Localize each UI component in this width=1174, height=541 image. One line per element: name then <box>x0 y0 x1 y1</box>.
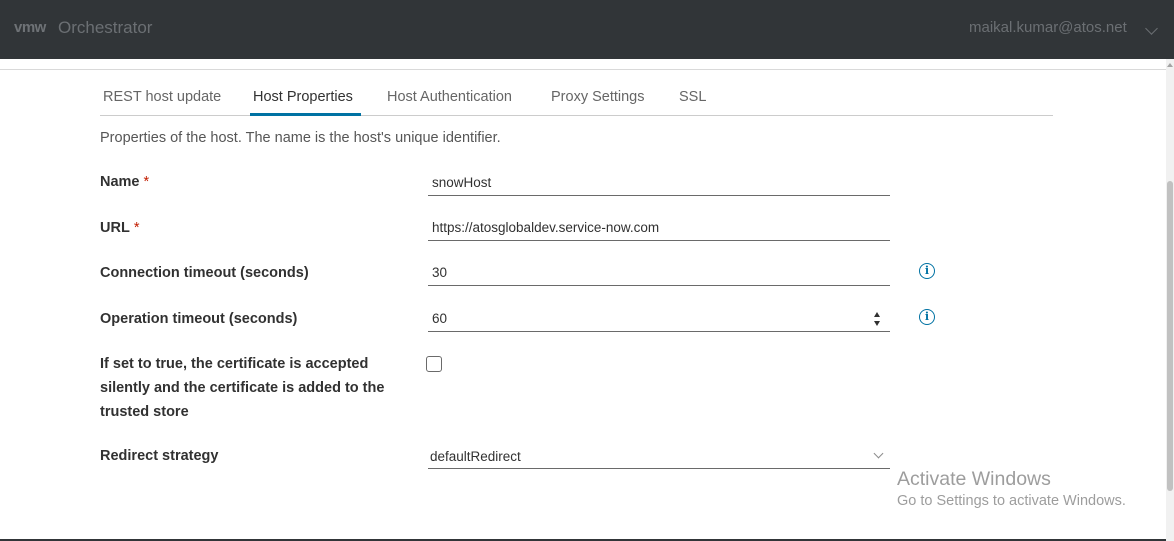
accept-certificate-checkbox[interactable] <box>426 356 442 372</box>
required-marker: * <box>143 174 150 190</box>
tab-bar: REST host update Host Properties Host Au… <box>100 80 1053 116</box>
operation-timeout-label: Operation timeout (seconds) <box>100 311 298 327</box>
scroll-up-arrow-icon[interactable] <box>1167 63 1173 67</box>
operation-timeout-value: 60 <box>432 311 448 326</box>
redirect-strategy-value: defaultRedirect <box>430 449 521 464</box>
chevron-down-icon[interactable] <box>1145 22 1158 35</box>
connection-timeout-value: 30 <box>432 265 448 280</box>
tab-host-properties[interactable]: Host Properties <box>253 89 353 116</box>
tab-proxy-settings[interactable]: Proxy Settings <box>551 89 645 116</box>
tab-host-authentication[interactable]: Host Authentication <box>387 89 512 116</box>
tab-rest-host-update[interactable]: REST host update <box>103 89 221 116</box>
accept-certificate-label: If set to true, the certificate is accep… <box>100 356 385 420</box>
url-value: https://atosglobaldev.service-now.com <box>432 220 660 235</box>
user-menu[interactable]: maikal.kumar@atos.net <box>969 19 1127 36</box>
redirect-strategy-label: Redirect strategy <box>100 448 219 464</box>
subheader-strip <box>0 59 1166 70</box>
activate-windows-subtitle: Go to Settings to activate Windows. <box>897 493 1126 509</box>
connection-timeout-label: Connection timeout (seconds) <box>100 265 309 281</box>
redirect-strategy-select[interactable]: defaultRedirect <box>428 444 890 469</box>
url-field[interactable]: https://atosglobaldev.service-now.com <box>428 217 890 241</box>
spin-down-arrow-icon[interactable] <box>874 321 880 326</box>
spin-up-arrow-icon[interactable] <box>874 312 880 317</box>
app-title[interactable]: Orchestrator <box>58 18 152 38</box>
vmware-logo: vmw <box>14 19 46 36</box>
info-icon[interactable]: i <box>919 309 935 325</box>
active-tab-indicator <box>250 113 361 116</box>
connection-timeout-field[interactable]: 30 <box>428 262 890 286</box>
name-field[interactable]: snowHost <box>428 172 890 196</box>
operation-timeout-field[interactable]: 60 <box>428 308 890 332</box>
url-label: URL * <box>100 220 139 236</box>
tab-description: Properties of the host. The name is the … <box>100 130 501 146</box>
number-spinner[interactable] <box>874 312 882 328</box>
url-label-text: URL <box>100 220 130 236</box>
scrollbar-thumb[interactable] <box>1167 181 1173 491</box>
required-marker: * <box>133 220 140 236</box>
chevron-down-icon[interactable] <box>873 448 884 459</box>
activate-windows-title: Activate Windows <box>897 468 1051 490</box>
tab-ssl[interactable]: SSL <box>679 89 706 116</box>
name-label: Name * <box>100 174 149 190</box>
name-value: snowHost <box>432 175 492 190</box>
name-label-text: Name <box>100 174 140 190</box>
info-icon[interactable]: i <box>919 263 935 279</box>
top-header: vmw Orchestrator maikal.kumar@atos.net <box>0 0 1174 59</box>
